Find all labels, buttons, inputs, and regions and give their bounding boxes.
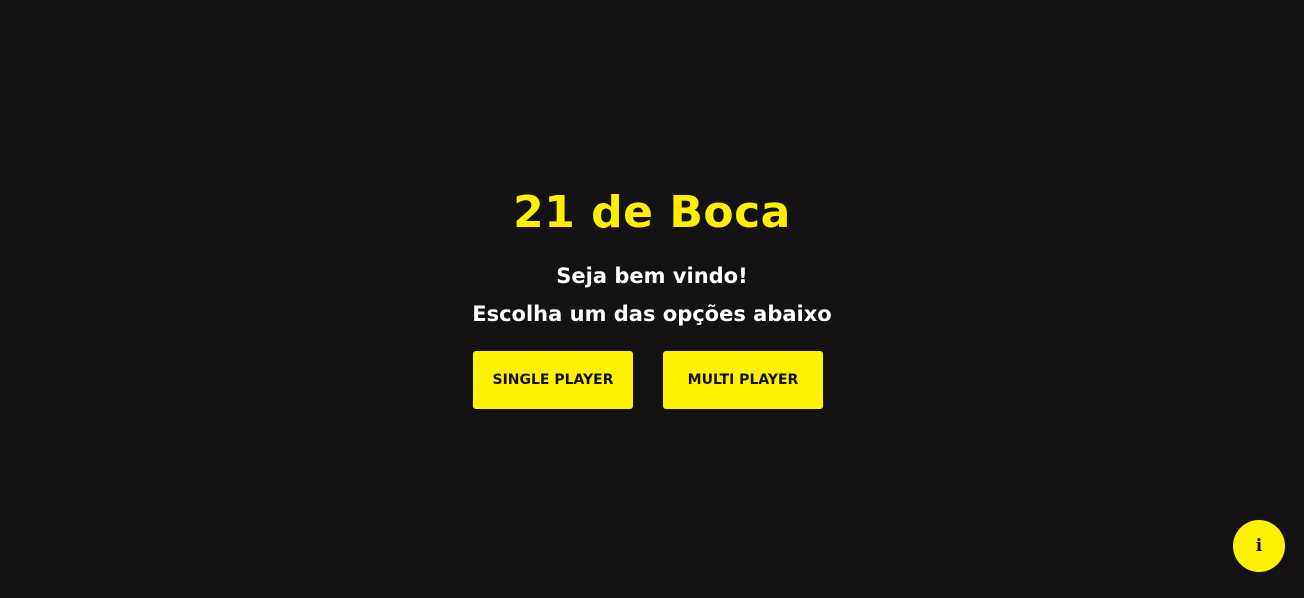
multi-player-button[interactable]: MULTI PLAYER	[663, 351, 823, 409]
instruction-message: Escolha um das opções abaixo	[472, 302, 832, 326]
info-button[interactable]: i	[1233, 520, 1285, 572]
single-player-button[interactable]: SINGLE PLAYER	[473, 351, 633, 409]
mode-options: SINGLE PLAYER MULTI PLAYER	[0, 351, 1304, 409]
welcome-message: Seja bem vindo!	[556, 264, 748, 288]
app-screen: 21 de Boca Seja bem vindo! Escolha um da…	[0, 0, 1304, 598]
info-icon: i	[1255, 535, 1263, 556]
page-title: 21 de Boca	[513, 187, 791, 238]
welcome-panel: 21 de Boca Seja bem vindo! Escolha um da…	[0, 183, 1304, 409]
